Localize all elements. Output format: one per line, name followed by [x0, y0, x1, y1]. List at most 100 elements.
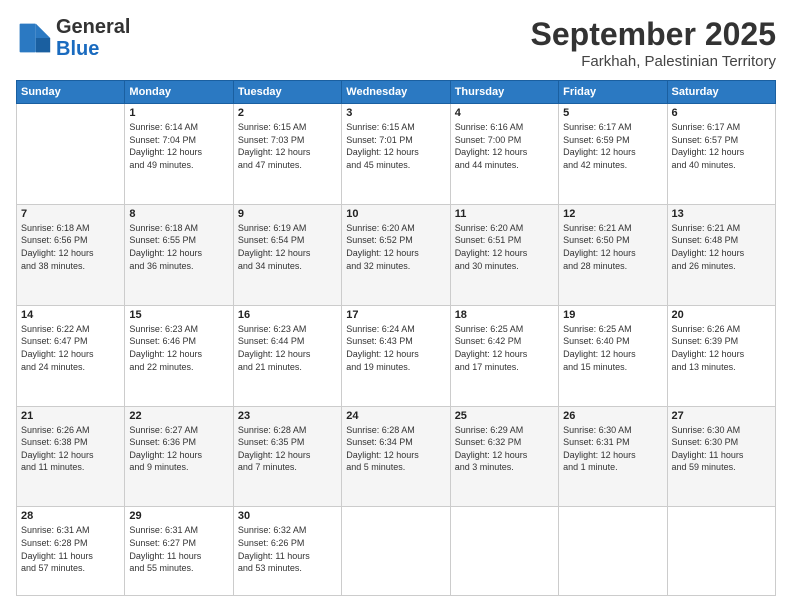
- calendar-cell: 2Sunrise: 6:15 AMSunset: 7:03 PMDaylight…: [233, 104, 341, 205]
- logo-line2: Blue: [56, 38, 130, 60]
- day-number: 23: [238, 410, 337, 422]
- day-info: Sunrise: 6:28 AMSunset: 6:34 PMDaylight:…: [346, 424, 445, 474]
- day-info: Sunrise: 6:31 AMSunset: 6:27 PMDaylight:…: [129, 524, 228, 574]
- day-number: 28: [21, 510, 120, 522]
- day-info: Sunrise: 6:15 AMSunset: 7:03 PMDaylight:…: [238, 121, 337, 171]
- calendar-cell: 18 Sunrise: 6:25 AMSunset: 6:42 PMDayligh…: [450, 305, 558, 406]
- day-number: 1: [129, 107, 228, 119]
- day-number: 3: [346, 107, 445, 119]
- day-number: 16: [238, 309, 337, 321]
- calendar: SundayMondayTuesdayWednesdayThursdayFrid…: [16, 80, 776, 596]
- calendar-cell: 15 Sunrise: 6:23 AMSunset: 6:46 PMDayligh…: [125, 305, 233, 406]
- day-number: 19: [563, 309, 662, 321]
- day-info: Sunrise: 6:26 AMSunset: 6:38 PMDaylight:…: [21, 424, 120, 474]
- day-info: Sunrise: 6:23 AMSunset: 6:46 PMDaylight:…: [129, 323, 228, 373]
- day-info: Sunrise: 6:24 AMSunset: 6:43 PMDaylight:…: [346, 323, 445, 373]
- calendar-cell: 6Sunrise: 6:17 AMSunset: 6:57 PMDaylight…: [667, 104, 775, 205]
- calendar-cell: [559, 507, 667, 596]
- day-number: 27: [672, 410, 771, 422]
- day-number: 22: [129, 410, 228, 422]
- header: General Blue September 2025 Farkhah, Pal…: [16, 16, 776, 70]
- day-info: Sunrise: 6:23 AMSunset: 6:44 PMDaylight:…: [238, 323, 337, 373]
- logo-icon: [16, 20, 52, 56]
- day-number: 21: [21, 410, 120, 422]
- day-header: Sunday: [17, 81, 125, 104]
- calendar-cell: [342, 507, 450, 596]
- calendar-cell: 28 Sunrise: 6:31 AMSunset: 6:28 PMDayligh…: [17, 507, 125, 596]
- calendar-cell: 27Sunrise: 6:30 AMSunset: 6:30 PMDayligh…: [667, 406, 775, 507]
- day-number: 10: [346, 208, 445, 220]
- day-info: Sunrise: 6:27 AMSunset: 6:36 PMDaylight:…: [129, 424, 228, 474]
- day-header: Friday: [559, 81, 667, 104]
- calendar-cell: 19 Sunrise: 6:25 AMSunset: 6:40 PMDayligh…: [559, 305, 667, 406]
- day-info: Sunrise: 6:31 AMSunset: 6:28 PMDaylight:…: [21, 524, 120, 574]
- day-number: 8: [129, 208, 228, 220]
- calendar-cell: 26 Sunrise: 6:30 AMSunset: 6:31 PMDayligh…: [559, 406, 667, 507]
- calendar-header-row: SundayMondayTuesdayWednesdayThursdayFrid…: [17, 81, 776, 104]
- day-header: Tuesday: [233, 81, 341, 104]
- calendar-cell: 3 Sunrise: 6:15 AMSunset: 7:01 PMDaylight…: [342, 104, 450, 205]
- day-number: 12: [563, 208, 662, 220]
- day-info: Sunrise: 6:18 AMSunset: 6:55 PMDaylight:…: [129, 222, 228, 272]
- calendar-cell: 12 Sunrise: 6:21 AMSunset: 6:50 PMDayligh…: [559, 204, 667, 305]
- day-number: 30: [238, 510, 337, 522]
- calendar-body: 1Sunrise: 6:14 AMSunset: 7:04 PMDaylight…: [17, 104, 776, 596]
- day-info: Sunrise: 6:17 AMSunset: 6:59 PMDaylight:…: [563, 121, 662, 171]
- calendar-cell: 20Sunrise: 6:26 AMSunset: 6:39 PMDayligh…: [667, 305, 775, 406]
- day-header: Monday: [125, 81, 233, 104]
- calendar-cell: 25Sunrise: 6:29 AMSunset: 6:32 PMDayligh…: [450, 406, 558, 507]
- day-info: Sunrise: 6:16 AMSunset: 7:00 PMDaylight:…: [455, 121, 554, 171]
- calendar-cell: 8 Sunrise: 6:18 AMSunset: 6:55 PMDaylight…: [125, 204, 233, 305]
- calendar-cell: 5 Sunrise: 6:17 AMSunset: 6:59 PMDaylight…: [559, 104, 667, 205]
- page: General Blue September 2025 Farkhah, Pal…: [0, 0, 792, 612]
- calendar-cell: 14 Sunrise: 6:22 AMSunset: 6:47 PMDayligh…: [17, 305, 125, 406]
- day-info: Sunrise: 6:21 AMSunset: 6:48 PMDaylight:…: [672, 222, 771, 272]
- day-header: Saturday: [667, 81, 775, 104]
- logo: General Blue: [16, 16, 130, 60]
- day-info: Sunrise: 6:15 AMSunset: 7:01 PMDaylight:…: [346, 121, 445, 171]
- day-number: 4: [455, 107, 554, 119]
- calendar-cell: 24 Sunrise: 6:28 AMSunset: 6:34 PMDayligh…: [342, 406, 450, 507]
- calendar-cell: 11 Sunrise: 6:20 AMSunset: 6:51 PMDayligh…: [450, 204, 558, 305]
- day-number: 6: [672, 107, 771, 119]
- day-number: 11: [455, 208, 554, 220]
- day-info: Sunrise: 6:29 AMSunset: 6:32 PMDaylight:…: [455, 424, 554, 474]
- calendar-cell: 16 Sunrise: 6:23 AMSunset: 6:44 PMDayligh…: [233, 305, 341, 406]
- day-info: Sunrise: 6:25 AMSunset: 6:42 PMDaylight:…: [455, 323, 554, 373]
- subtitle: Farkhah, Palestinian Territory: [531, 53, 776, 70]
- day-info: Sunrise: 6:18 AMSunset: 6:56 PMDaylight:…: [21, 222, 120, 272]
- day-number: 14: [21, 309, 120, 321]
- title-block: September 2025 Farkhah, Palestinian Terr…: [531, 16, 776, 70]
- day-header: Wednesday: [342, 81, 450, 104]
- calendar-cell: 21 Sunrise: 6:26 AMSunset: 6:38 PMDayligh…: [17, 406, 125, 507]
- day-number: 18: [455, 309, 554, 321]
- day-number: 7: [21, 208, 120, 220]
- day-number: 24: [346, 410, 445, 422]
- day-info: Sunrise: 6:21 AMSunset: 6:50 PMDaylight:…: [563, 222, 662, 272]
- day-info: Sunrise: 6:30 AMSunset: 6:31 PMDaylight:…: [563, 424, 662, 474]
- calendar-cell: 4 Sunrise: 6:16 AMSunset: 7:00 PMDaylight…: [450, 104, 558, 205]
- day-number: 5: [563, 107, 662, 119]
- day-info: Sunrise: 6:32 AMSunset: 6:26 PMDaylight:…: [238, 524, 337, 574]
- calendar-cell: 9 Sunrise: 6:19 AMSunset: 6:54 PMDaylight…: [233, 204, 341, 305]
- day-info: Sunrise: 6:22 AMSunset: 6:47 PMDaylight:…: [21, 323, 120, 373]
- day-number: 20: [672, 309, 771, 321]
- day-info: Sunrise: 6:20 AMSunset: 6:52 PMDaylight:…: [346, 222, 445, 272]
- calendar-cell: 29Sunrise: 6:31 AMSunset: 6:27 PMDayligh…: [125, 507, 233, 596]
- day-info: Sunrise: 6:19 AMSunset: 6:54 PMDaylight:…: [238, 222, 337, 272]
- calendar-cell: 22 Sunrise: 6:27 AMSunset: 6:36 PMDayligh…: [125, 406, 233, 507]
- logo-line1: General: [56, 16, 130, 38]
- calendar-cell: 17 Sunrise: 6:24 AMSunset: 6:43 PMDayligh…: [342, 305, 450, 406]
- day-info: Sunrise: 6:25 AMSunset: 6:40 PMDaylight:…: [563, 323, 662, 373]
- calendar-cell: 1Sunrise: 6:14 AMSunset: 7:04 PMDaylight…: [125, 104, 233, 205]
- day-number: 26: [563, 410, 662, 422]
- day-number: 9: [238, 208, 337, 220]
- day-number: 15: [129, 309, 228, 321]
- day-info: Sunrise: 6:28 AMSunset: 6:35 PMDaylight:…: [238, 424, 337, 474]
- calendar-cell: 10 Sunrise: 6:20 AMSunset: 6:52 PMDayligh…: [342, 204, 450, 305]
- day-number: 13: [672, 208, 771, 220]
- month-title: September 2025: [531, 16, 776, 53]
- day-info: Sunrise: 6:20 AMSunset: 6:51 PMDaylight:…: [455, 222, 554, 272]
- calendar-cell: 13 Sunrise: 6:21 AMSunset: 6:48 PMDayligh…: [667, 204, 775, 305]
- day-number: 17: [346, 309, 445, 321]
